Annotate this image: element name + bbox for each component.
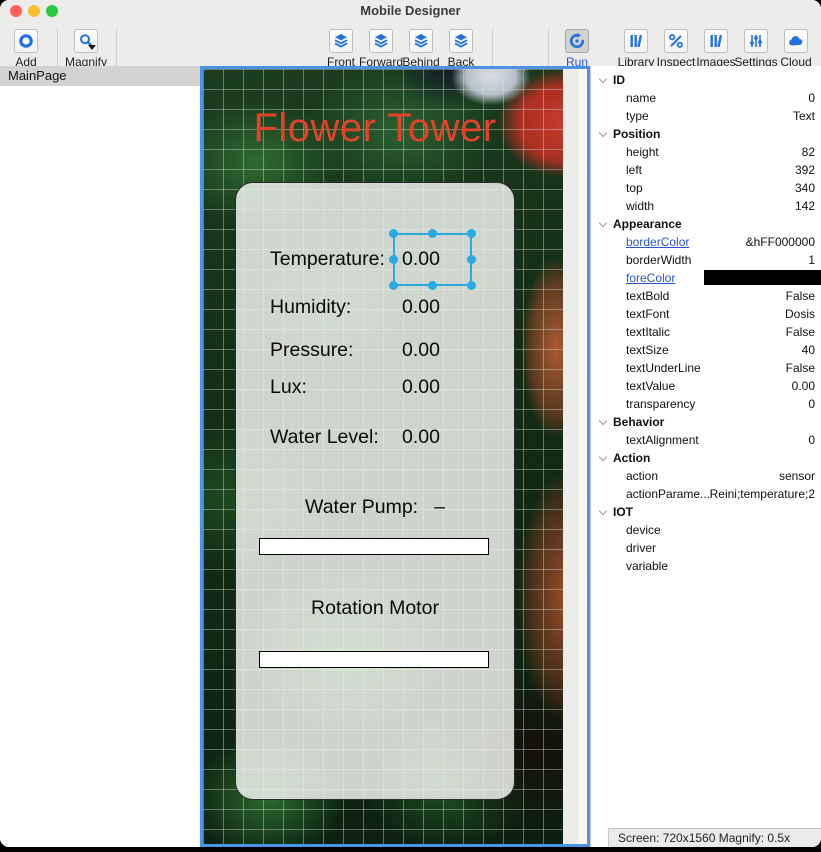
layers-behind-icon	[413, 33, 429, 49]
back-button[interactable]: Back	[429, 29, 493, 69]
property-inspector: ID name 0 type Text Position height 82 l…	[590, 66, 821, 847]
run-button[interactable]: Run	[545, 29, 609, 69]
water-pump-input[interactable]	[259, 538, 489, 555]
sensor-label: Temperature:	[270, 248, 385, 271]
property-row[interactable]: textAlignment 0	[591, 431, 821, 449]
run-icon	[569, 33, 585, 49]
water-pump-row[interactable]: Water Pump: –	[236, 496, 514, 519]
property-row-bordercolor[interactable]: borderColor &hFF000000	[591, 233, 821, 251]
sensor-value[interactable]: 0.00	[402, 426, 440, 449]
sensor-panel[interactable]: Temperature: 0.00 Humidity: 0.00 Pressur…	[235, 182, 515, 800]
selection-handle[interactable]	[389, 281, 398, 290]
title-bar: Mobile Designer	[0, 0, 821, 22]
property-row[interactable]: textValue 0.00	[591, 377, 821, 395]
rotation-motor-input[interactable]	[259, 651, 489, 668]
property-row[interactable]: transparency 0	[591, 395, 821, 413]
property-row[interactable]: actionParame... Reini;temperature;2	[591, 485, 821, 503]
forecolor-swatch[interactable]	[704, 270, 821, 285]
property-row[interactable]: height 82	[591, 143, 821, 161]
magnify-dropdown-arrow-icon	[88, 45, 96, 50]
property-row[interactable]: textFont Dosis	[591, 305, 821, 323]
cloud-button[interactable]: Cloud	[764, 29, 821, 69]
page-item-mainpage[interactable]: MainPage	[0, 66, 200, 86]
toolbar-separator	[116, 28, 117, 66]
library-icon	[628, 33, 644, 49]
property-row[interactable]: driver	[591, 539, 821, 557]
sensor-label: Humidity:	[270, 296, 351, 319]
canvas-app-title[interactable]: Flower Tower	[203, 106, 555, 151]
property-row[interactable]: variable	[591, 557, 821, 575]
phone-screen-preview[interactable]: Flower Tower Temperature: 0.00 Humidity:…	[203, 69, 563, 844]
water-pump-label: Water Pump:	[305, 496, 418, 519]
cloud-icon	[788, 33, 804, 49]
design-canvas[interactable]: Flower Tower Temperature: 0.00 Humidity:…	[200, 66, 590, 847]
inspect-icon	[668, 33, 684, 49]
toolbar-separator	[492, 28, 493, 66]
property-row[interactable]: borderWidth 1	[591, 251, 821, 269]
property-row[interactable]: left 392	[591, 161, 821, 179]
layers-front-icon	[333, 33, 349, 49]
sensor-label: Pressure:	[270, 339, 353, 362]
add-icon	[18, 33, 34, 49]
pages-panel: MainPage	[0, 66, 200, 847]
section-header-action[interactable]: Action	[591, 449, 821, 467]
chevron-down-icon	[599, 219, 607, 227]
selection-box[interactable]	[393, 233, 472, 286]
section-header-appearance[interactable]: Appearance	[591, 215, 821, 233]
sensor-label: Lux:	[270, 376, 307, 399]
app-window: Mobile Designer Add Magnify Front	[0, 0, 821, 847]
chevron-down-icon	[599, 417, 607, 425]
section-header-behavior[interactable]: Behavior	[591, 413, 821, 431]
add-button[interactable]: Add	[0, 29, 58, 69]
toolbar: Add Magnify Front Forward	[0, 22, 821, 66]
status-text: Screen: 720x1560 Magnify: 0.5x	[618, 831, 790, 845]
property-row[interactable]: textUnderLine False	[591, 359, 821, 377]
section-header-iot[interactable]: IOT	[591, 503, 821, 521]
sensor-value[interactable]: 0.00	[402, 376, 440, 399]
chevron-down-icon	[599, 129, 607, 137]
sensor-value[interactable]: 0.00	[402, 296, 440, 319]
chevron-down-icon	[599, 453, 607, 461]
property-row[interactable]: textItalic False	[591, 323, 821, 341]
section-header-id[interactable]: ID	[591, 71, 821, 89]
water-pump-value[interactable]: –	[434, 496, 445, 519]
property-row[interactable]: width 142	[591, 197, 821, 215]
property-row[interactable]: textBold False	[591, 287, 821, 305]
sensor-value[interactable]: 0.00	[402, 339, 440, 362]
settings-icon	[748, 33, 764, 49]
chevron-down-icon	[599, 507, 607, 515]
status-bar: Screen: 720x1560 Magnify: 0.5x	[608, 828, 821, 847]
property-row[interactable]: device	[591, 521, 821, 539]
property-row-forecolor[interactable]: foreColor	[591, 269, 821, 287]
selection-handle[interactable]	[389, 255, 398, 264]
sensor-label: Water Level:	[270, 426, 379, 449]
selection-handle[interactable]	[467, 229, 476, 238]
property-row[interactable]: name 0	[591, 89, 821, 107]
window-title: Mobile Designer	[0, 3, 821, 18]
selection-handle[interactable]	[428, 229, 437, 238]
layers-forward-icon	[373, 33, 389, 49]
selection-handle[interactable]	[467, 281, 476, 290]
property-row[interactable]: textSize 40	[591, 341, 821, 359]
property-row[interactable]: action sensor	[591, 467, 821, 485]
section-header-position[interactable]: Position	[591, 125, 821, 143]
chevron-down-icon	[599, 75, 607, 83]
layers-back-icon	[453, 33, 469, 49]
selection-handle[interactable]	[389, 229, 398, 238]
magnify-button[interactable]: Magnify	[54, 29, 118, 69]
images-icon	[708, 33, 724, 49]
property-row[interactable]: top 340	[591, 179, 821, 197]
selection-handle[interactable]	[467, 255, 476, 264]
canvas-scrollbar-track[interactable]	[563, 69, 587, 844]
rotation-motor-row[interactable]: Rotation Motor	[236, 597, 514, 620]
rotation-motor-label: Rotation Motor	[311, 597, 439, 620]
property-row[interactable]: type Text	[591, 107, 821, 125]
selection-handle[interactable]	[428, 281, 437, 290]
